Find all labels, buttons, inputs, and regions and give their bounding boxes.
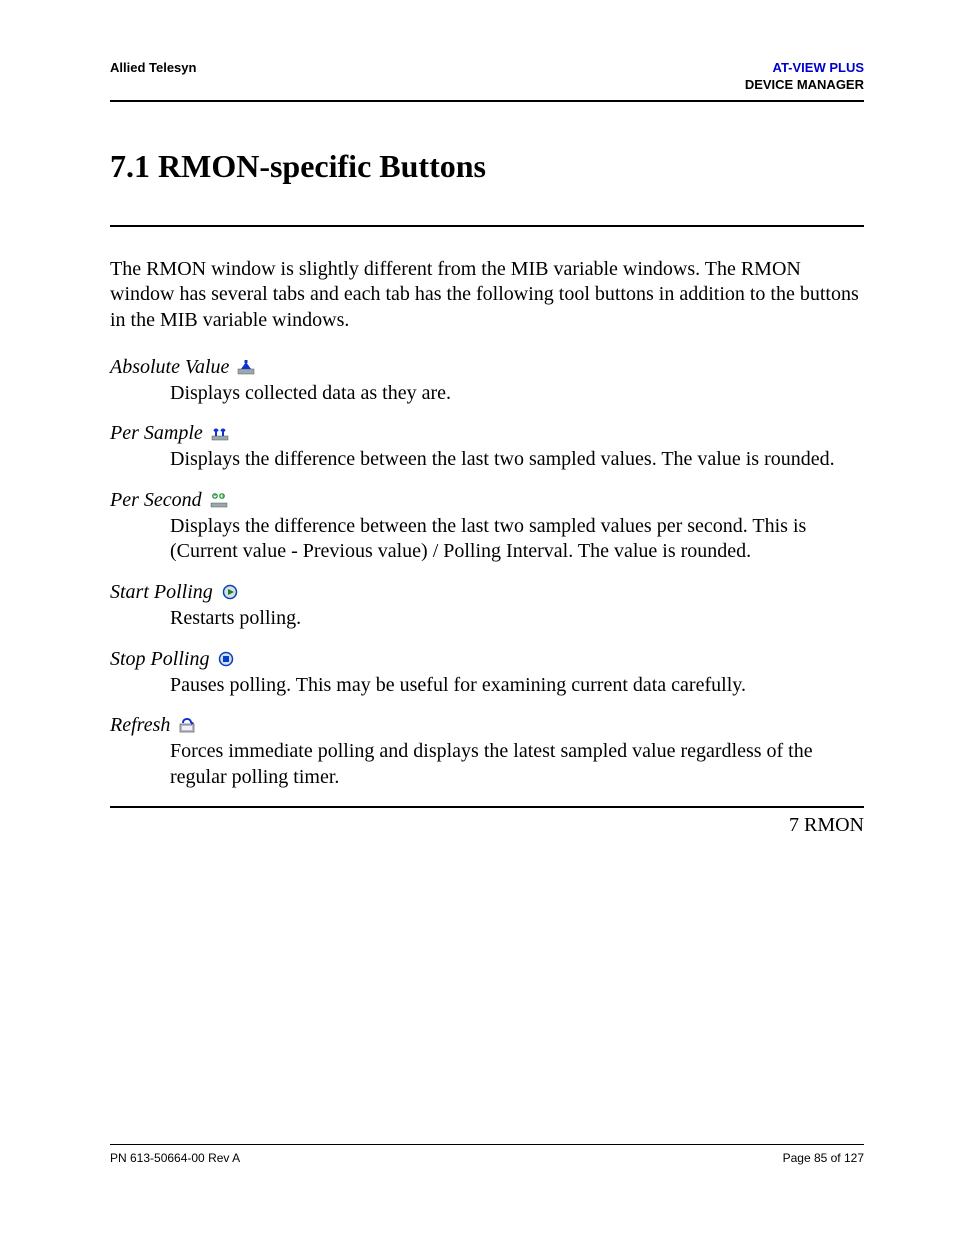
desc-start-polling: Restarts polling. bbox=[170, 606, 864, 632]
rule-top bbox=[110, 225, 864, 227]
footer-right: Page 85 of 127 bbox=[783, 1151, 864, 1165]
per-sample-icon bbox=[211, 425, 229, 441]
header-left: Allied Telesyn bbox=[110, 60, 196, 75]
stop-polling-icon bbox=[217, 651, 235, 667]
item-refresh: Refresh Forces immediate polling and dis… bbox=[110, 714, 864, 790]
item-stop-polling: Stop Polling Pauses polling. This may be… bbox=[110, 648, 864, 699]
term-per-second: Per Second bbox=[110, 489, 202, 512]
absolute-value-icon bbox=[237, 359, 255, 375]
header-subtitle: DEVICE MANAGER bbox=[745, 77, 864, 94]
start-polling-icon bbox=[221, 584, 239, 600]
term-start-polling: Start Polling bbox=[110, 581, 213, 604]
item-start-polling: Start Polling Restarts polling. bbox=[110, 581, 864, 632]
desc-per-second: Displays the difference between the last… bbox=[170, 514, 864, 565]
header-right: AT-VIEW PLUS DEVICE MANAGER bbox=[745, 60, 864, 94]
page: Allied Telesyn AT-VIEW PLUS DEVICE MANAG… bbox=[0, 0, 954, 1235]
term-refresh: Refresh bbox=[110, 714, 170, 737]
term-per-sample: Per Sample bbox=[110, 422, 203, 445]
page-footer: PN 613-50664-00 Rev A Page 85 of 127 bbox=[110, 1144, 864, 1165]
chapter-reference: 7 RMON bbox=[110, 814, 864, 837]
term-absolute-value: Absolute Value bbox=[110, 356, 229, 379]
refresh-icon bbox=[178, 717, 196, 733]
desc-per-sample: Displays the difference between the last… bbox=[170, 447, 864, 473]
desc-absolute-value: Displays collected data as they are. bbox=[170, 381, 864, 407]
desc-stop-polling: Pauses polling. This may be useful for e… bbox=[170, 673, 864, 699]
header-product: AT-VIEW PLUS bbox=[745, 60, 864, 77]
rule-bottom bbox=[110, 806, 864, 808]
term-stop-polling: Stop Polling bbox=[110, 648, 209, 671]
per-second-icon bbox=[210, 492, 228, 508]
section-title: 7.1 RMON-specific Buttons bbox=[110, 148, 864, 185]
item-absolute-value: Absolute Value Displays collected data a… bbox=[110, 356, 864, 407]
desc-refresh: Forces immediate polling and displays th… bbox=[170, 739, 864, 790]
footer-left: PN 613-50664-00 Rev A bbox=[110, 1151, 240, 1165]
item-per-second: Per Second Displays the difference betwe… bbox=[110, 489, 864, 565]
item-per-sample: Per Sample Displays the difference betwe… bbox=[110, 422, 864, 473]
page-header: Allied Telesyn AT-VIEW PLUS DEVICE MANAG… bbox=[110, 60, 864, 102]
intro-paragraph: The RMON window is slightly different fr… bbox=[110, 257, 864, 334]
